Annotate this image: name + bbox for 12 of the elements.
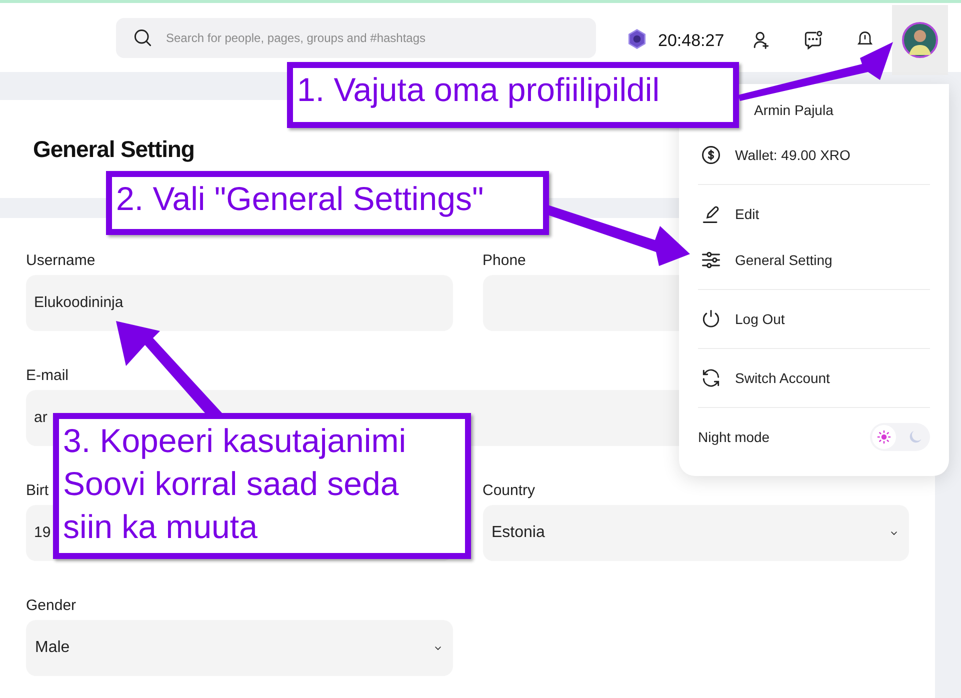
night-mode-label: Night mode: [698, 428, 770, 447]
field-label: Phone: [482, 251, 526, 268]
field-label: Username: [26, 251, 96, 268]
field-label: Country: [482, 481, 536, 498]
field-label: Birt: [26, 481, 48, 498]
callout-tooltip: 2. Vali "General Settings": [106, 171, 549, 235]
callout-tooltip: 3. Kopeeri kasutajanimi Soovi korral saad seda siin ka muuta: [53, 413, 471, 559]
callout-tooltip: 1. Vajuta oma profiilipildil: [287, 62, 739, 128]
field-label: E-mail: [26, 366, 69, 383]
clock-text: 20:48:27: [658, 30, 724, 52]
field-label: Gender: [26, 596, 76, 613]
page-title: General Setting: [33, 134, 194, 164]
